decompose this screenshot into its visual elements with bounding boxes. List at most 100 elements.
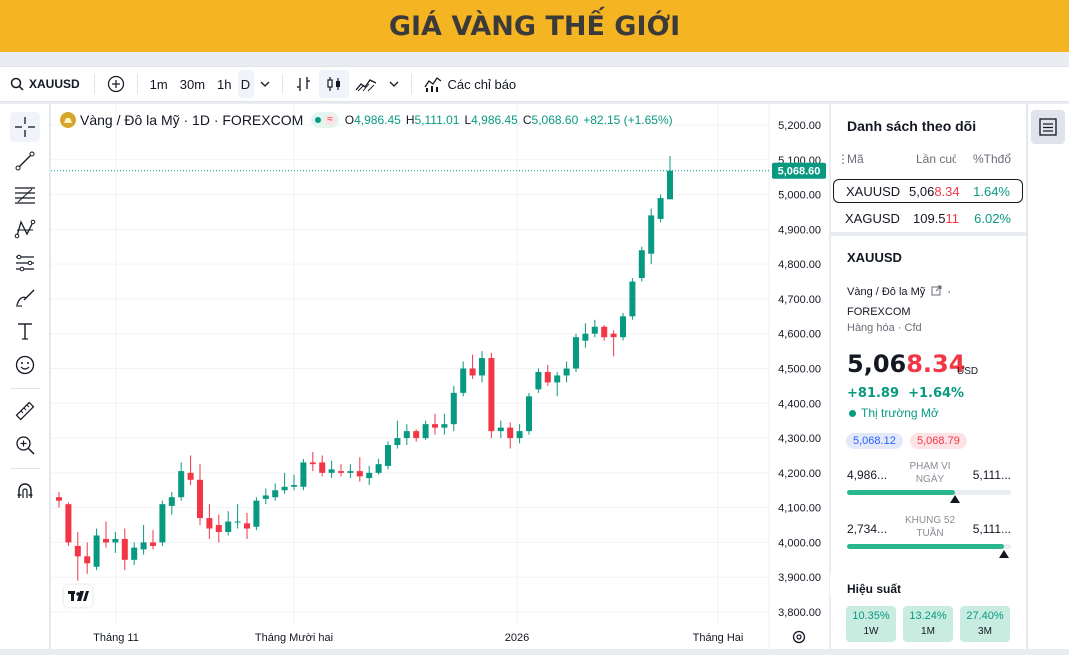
crosshair-icon [15,117,35,137]
y-tick-label[interactable]: 3,900.00 [778,572,821,584]
details-symbol[interactable]: XAUUSD [847,250,902,265]
compare-button[interactable] [101,70,131,98]
day-range-fill [847,490,956,495]
toolbar-divider [281,74,283,94]
fib-tool[interactable] [10,180,40,210]
performance-1w[interactable]: 10.35% 1W [846,606,896,642]
y-tick-label[interactable]: 4,900.00 [778,224,821,236]
x-tick-label[interactable]: Tháng 11 [93,632,139,644]
year-range-fill [847,544,1005,549]
interval-d[interactable]: D [237,70,254,98]
text-tool[interactable] [10,316,40,346]
gear-icon [792,630,806,644]
crosshair-tool[interactable] [10,112,40,142]
candle-body [178,471,185,498]
candle-body [441,424,448,428]
candle-body [103,538,109,543]
candle-body [197,479,203,519]
y-tick-label[interactable]: 5,000.00 [778,190,821,202]
trend-line-tool[interactable] [10,146,40,176]
area-style-button[interactable] [349,70,383,98]
candle-body [469,368,476,376]
legend-open-key: O [344,113,355,127]
performance-1m[interactable]: 13.24% 1M [903,606,953,642]
symbol-search[interactable]: XAUUSD [4,70,90,98]
details-currency: USD [957,366,979,377]
candle-body [526,396,532,432]
candle-body [544,371,551,383]
price-chart[interactable]: 5,200.005,100.005,000.004,900.004,800.00… [51,104,829,649]
col-last[interactable]: Lần cuố [916,152,956,166]
legend-title[interactable]: Vàng / Đô la Mỹ · 1D · FOREXCOM [80,112,303,128]
candle-style-button[interactable] [318,70,349,98]
candle-body [328,469,335,473]
header-banner: GIÁ VÀNG THẾ GIỚI [0,0,1069,52]
interval-30m[interactable]: 30m [174,70,211,98]
tools-divider [10,468,40,469]
market-open-dot [315,117,322,123]
emoji-tool[interactable] [10,350,40,380]
pattern-tool[interactable] [10,214,40,244]
x-tick-label[interactable]: Tháng Mười hai [255,632,333,644]
magnet-icon [17,483,33,498]
y-tick-label[interactable]: 4,300.00 [778,433,821,445]
bar-style-button[interactable] [289,70,319,98]
y-tick-label[interactable]: 4,000.00 [778,537,821,549]
candle-body [234,521,241,523]
interval-1h[interactable]: 1h [211,70,237,98]
bid-badge: 5,068.12 [846,433,903,449]
col-symbol[interactable]: Mã [847,152,864,166]
magnet-tool[interactable] [10,476,40,506]
candle-body [300,462,307,487]
interval-dropdown[interactable] [254,70,276,98]
external-link-icon[interactable] [931,285,942,296]
col-change[interactable]: %Thđổ [973,152,1013,166]
y-tick-label[interactable]: 5,200.00 [778,120,821,132]
watchlist-toggle[interactable] [1031,110,1065,144]
y-tick-label[interactable]: 4,200.00 [778,468,821,480]
search-icon [10,77,24,91]
x-tick-label[interactable]: Tháng Hai [693,632,744,644]
watchlist-row-xauusd[interactable]: XAUUSD 5,068.34 1.64% [833,179,1023,203]
candle-body [497,427,504,432]
y-tick-label[interactable]: 4,800.00 [778,259,821,271]
candle-body [648,215,655,254]
candle-body [253,500,260,527]
y-tick-label[interactable]: 4,600.00 [778,329,821,341]
y-tick-label[interactable]: 4,700.00 [778,294,821,306]
y-tick-label[interactable]: 4,100.00 [778,503,821,515]
y-tick-label[interactable]: 4,400.00 [778,398,821,410]
ruler-icon [15,401,35,421]
performance-3m[interactable]: 27.40% 3M [960,606,1010,642]
indicators-button[interactable]: Các chỉ báo [418,70,523,98]
details-description: Vàng / Đô la Mỹ · FOREXCOM [847,285,952,318]
tools-divider [10,388,40,389]
fib-lines-icon [15,187,35,204]
area-chart-icon [355,79,376,92]
year-range-high: 5,111... [972,522,1011,536]
gold-coin-icon [60,112,76,128]
brush-tool[interactable] [10,282,40,312]
interval-1m[interactable]: 1m [144,70,174,98]
y-tick-label[interactable]: 4,500.00 [778,364,821,376]
market-status-pill[interactable]: ≈ [311,112,339,128]
candle-body [140,542,147,550]
watchlist-row-xagusd[interactable]: XAGUSD 109.511 6.02% [833,206,1023,230]
row-change: 1.64% [973,183,1010,199]
candle-body [262,495,269,499]
zoom-tool[interactable] [10,430,40,460]
day-range-marker [950,495,961,503]
chart-type-dropdown[interactable] [383,70,405,98]
candle-body [403,431,410,439]
chart-legend: Vàng / Đô la Mỹ · 1D · FOREXCOM ≈ O 4,986… [60,110,673,130]
y-tick-label[interactable]: 3,800.00 [778,607,821,619]
measure-tool[interactable] [10,396,40,426]
x-tick-label[interactable]: 2026 [505,632,529,644]
forecast-tool[interactable] [10,248,40,278]
tradingview-logo[interactable] [64,585,92,607]
candle-body [657,198,664,219]
chart-settings-button[interactable] [791,629,807,645]
candle-body [610,333,617,338]
candle-body [591,326,598,334]
candle-body [74,545,81,557]
